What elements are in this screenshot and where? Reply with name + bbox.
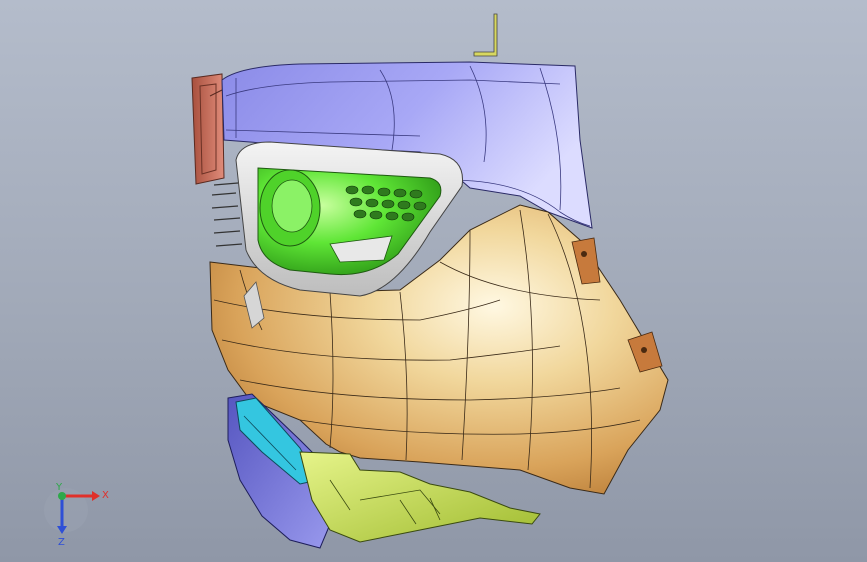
ribbed-clips <box>211 182 243 247</box>
y-axis-label: Y <box>55 482 63 493</box>
z-axis-label: Z <box>58 537 65 548</box>
cad-viewport[interactable]: X Y Z <box>0 0 867 562</box>
coordinate-triad: X Y Z <box>44 482 109 548</box>
x-axis-arrowhead <box>92 491 100 501</box>
x-axis-label: X <box>102 490 109 501</box>
rear-bracket-part[interactable] <box>191 73 225 185</box>
model-canvas[interactable]: X Y Z <box>0 0 867 562</box>
mount-rod <box>473 13 498 57</box>
y-axis-dot <box>58 492 66 500</box>
